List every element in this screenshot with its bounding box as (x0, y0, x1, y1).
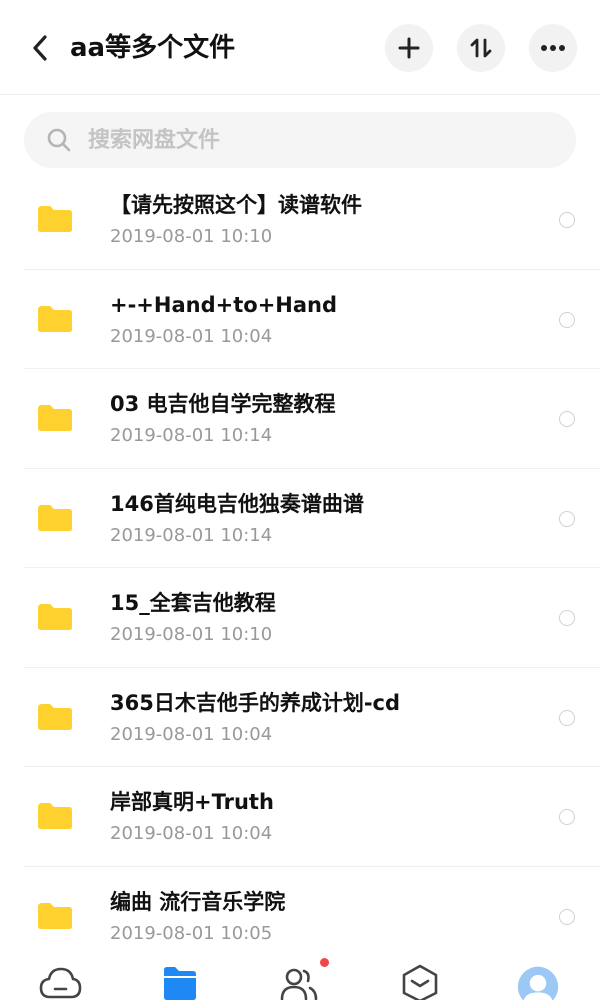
select-radio[interactable] (559, 212, 575, 228)
people-icon (280, 968, 318, 1000)
search-input[interactable] (88, 127, 528, 153)
search-bar[interactable] (24, 112, 576, 168)
cloud-icon (39, 967, 82, 999)
select-radio[interactable] (559, 809, 575, 825)
file-date: 2019-08-01 10:04 (110, 823, 273, 844)
file-name: 编曲 流行音乐学院 (110, 889, 286, 914)
tab-box[interactable] (398, 963, 442, 1000)
file-name: 365日木吉他手的养成计划-cd (110, 690, 401, 715)
file-date: 2019-08-01 10:04 (110, 723, 273, 745)
search-icon (47, 128, 71, 152)
more-button[interactable] (529, 24, 577, 72)
header: aa等多个文件 (0, 0, 600, 95)
list-item[interactable]: 【请先按照这个】读谱软件 2019-08-01 10:10 (0, 170, 600, 270)
file-name: 【请先按照这个】读谱软件 (110, 193, 362, 217)
tab-cloud[interactable] (38, 963, 82, 1000)
list-item[interactable]: 146首纯电吉他独奏谱曲谱 2019-08-01 10:14 (0, 469, 600, 569)
plus-icon (398, 37, 420, 59)
file-name: 146首纯电吉他独奏谱曲谱 (110, 491, 364, 516)
list-item[interactable]: 编曲 流行音乐学院 2019-08-01 10:05 (0, 867, 600, 967)
avatar (517, 966, 559, 1000)
sort-button[interactable] (457, 24, 505, 72)
tab-files[interactable] (158, 963, 202, 1000)
list-item[interactable]: 15_全套吉他教程 2019-08-01 10:10 (0, 568, 600, 668)
box-icon (402, 964, 438, 1000)
folder-icon (38, 902, 72, 929)
file-date: 2019-08-01 10:14 (110, 425, 273, 446)
file-date: 2019-08-01 10:05 (110, 922, 273, 944)
more-icon (541, 45, 565, 51)
select-radio[interactable] (559, 510, 575, 527)
file-name: 03 电吉他自学完整教程 (110, 392, 336, 416)
file-list: 【请先按照这个】读谱软件 2019-08-01 10:10 +-+Hand+to… (0, 170, 600, 966)
select-radio[interactable] (559, 908, 575, 925)
tab-people[interactable] (277, 958, 329, 1000)
file-date: 2019-08-01 10:04 (110, 325, 273, 347)
tab-profile[interactable] (516, 963, 560, 1000)
page-title: aa等多个文件 (70, 33, 236, 63)
select-radio[interactable] (559, 311, 575, 328)
list-item[interactable]: 岸部真明+Truth 2019-08-01 10:04 (0, 767, 600, 867)
folder-icon (38, 305, 72, 332)
file-date: 2019-08-01 10:10 (110, 624, 273, 645)
select-radio[interactable] (559, 709, 575, 726)
file-name: 15_全套吉他教程 (110, 591, 276, 615)
file-name: +-+Hand+to+Hand (110, 292, 338, 317)
select-radio[interactable] (559, 411, 575, 427)
list-item[interactable]: 365日木吉他手的养成计划-cd 2019-08-01 10:04 (0, 668, 600, 768)
folder-icon (38, 703, 72, 730)
folder-icon (38, 405, 72, 431)
notification-badge (320, 958, 329, 967)
folder-icon (38, 604, 72, 630)
folder-icon (38, 803, 72, 829)
file-date: 2019-08-01 10:10 (110, 226, 273, 247)
add-button[interactable] (385, 24, 433, 72)
file-name: 岸部真明+Truth (110, 790, 274, 814)
select-radio[interactable] (559, 610, 575, 626)
chevron-left-icon (33, 35, 47, 61)
file-date: 2019-08-01 10:14 (110, 524, 273, 546)
folder-icon (38, 504, 72, 531)
files-icon (164, 967, 196, 1000)
folder-icon (38, 206, 72, 232)
sort-icon (470, 38, 492, 58)
back-button[interactable] (22, 30, 58, 66)
list-item[interactable]: +-+Hand+to+Hand 2019-08-01 10:04 (0, 270, 600, 370)
list-item[interactable]: 03 电吉他自学完整教程 2019-08-01 10:14 (0, 369, 600, 469)
bottom-tab-bar (0, 955, 600, 1000)
